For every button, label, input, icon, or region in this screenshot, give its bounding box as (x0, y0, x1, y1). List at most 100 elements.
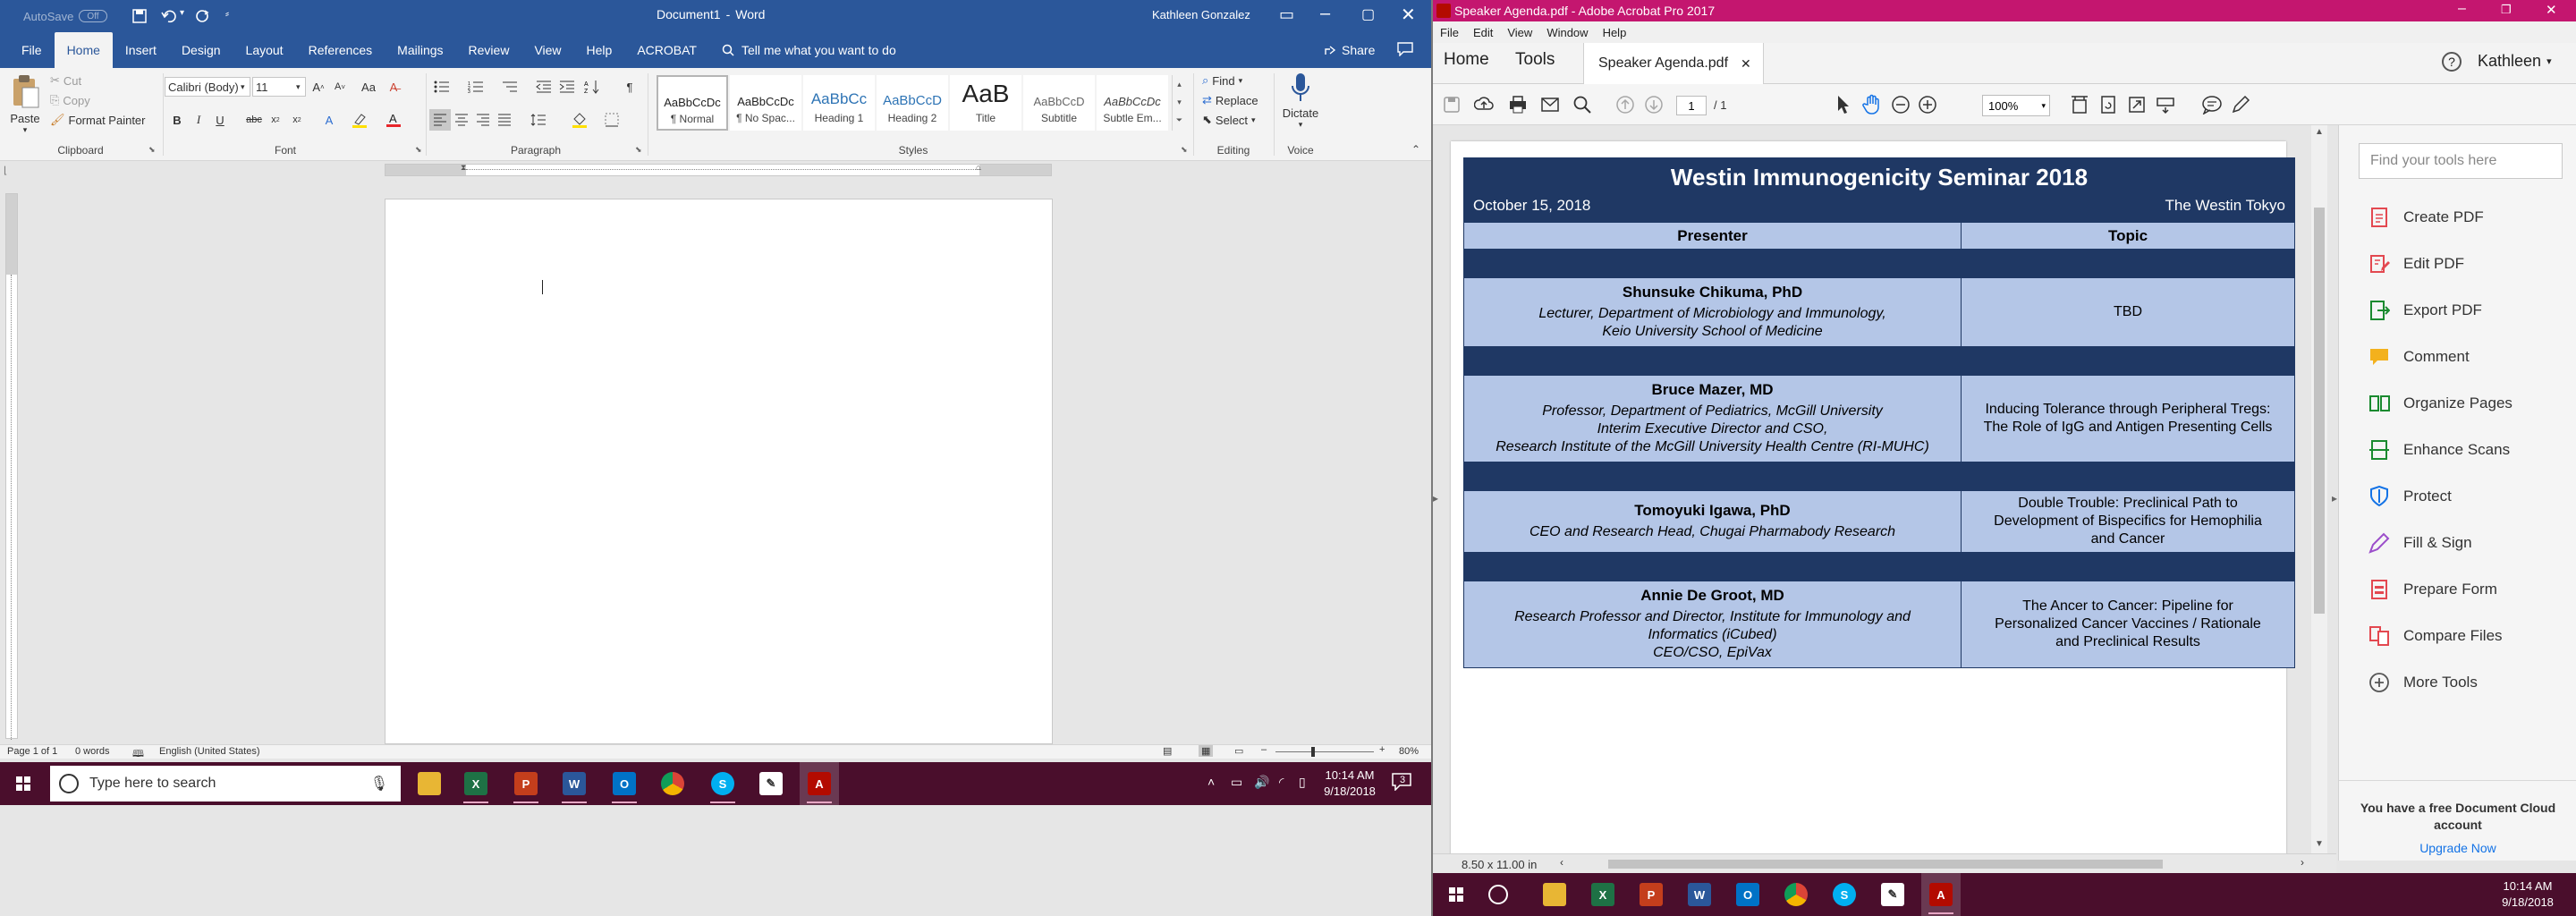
collapse-pane-icon[interactable]: ▸ (2332, 492, 2337, 505)
skype-app[interactable]: S (703, 762, 742, 805)
ribbon-display-options-icon[interactable]: ▭ (1279, 5, 1294, 24)
hand-tool-icon[interactable] (1859, 91, 1885, 118)
tab-selector-icon[interactable]: ⌊ (4, 165, 7, 176)
outlook-app[interactable]: O (1728, 873, 1767, 916)
excel-app[interactable]: X (456, 762, 496, 805)
wifi-icon[interactable]: ◜ (1279, 775, 1284, 790)
borders-icon[interactable] (601, 109, 623, 131)
search-icon[interactable] (1569, 91, 1596, 118)
copy-button[interactable]: ⎘ Copy (50, 93, 90, 107)
scroll-right-icon[interactable]: › (2301, 856, 2304, 869)
tab-file[interactable]: File (9, 32, 55, 68)
styles-launcher-icon[interactable]: ⬊ (1181, 145, 1188, 155)
prev-page-icon[interactable] (1612, 91, 1639, 118)
italic-icon[interactable]: I (188, 109, 209, 131)
indent-marker-icon[interactable]: ⧗ (461, 163, 466, 173)
comment-icon[interactable] (2199, 91, 2225, 118)
tools-tab[interactable]: Tools (1515, 50, 1555, 70)
language-status[interactable]: English (United States) (159, 746, 260, 757)
upgrade-link[interactable]: Upgrade Now (2351, 841, 2564, 855)
align-right-icon[interactable] (472, 109, 494, 131)
restore-icon[interactable]: ❐ (2501, 3, 2512, 17)
start-icon[interactable] (16, 776, 30, 795)
cortana-icon[interactable] (1488, 885, 1508, 904)
tool-export-pdf[interactable]: Export PDF (2368, 299, 2482, 322)
bold-icon[interactable]: B (166, 109, 188, 131)
show-hidden-icons[interactable]: ˄ (1208, 775, 1215, 789)
document-viewer[interactable]: Westin Immunogenicity Seminar 2018 Octob… (1433, 125, 2336, 861)
excel-app[interactable]: X (1583, 873, 1623, 916)
text-effects-icon[interactable]: A (318, 109, 340, 131)
undo-icon[interactable] (161, 9, 177, 26)
format-painter-button[interactable]: 🖌 Format Painter (50, 113, 146, 127)
outlook-app[interactable]: O (605, 762, 644, 805)
taskbar-search-box[interactable]: Type here to search 🎙 (50, 766, 401, 802)
underline-icon[interactable]: U (209, 109, 231, 131)
scroll-left-icon[interactable]: ‹ (1560, 856, 1563, 869)
select-tool-icon[interactable] (1830, 91, 1857, 118)
close-icon[interactable]: ✕ (1401, 4, 1416, 26)
tool-fill-sign[interactable]: Fill & Sign (2368, 531, 2472, 555)
word-count[interactable]: 0 words (75, 746, 110, 757)
right-indent-marker-icon[interactable]: ⌂ (976, 163, 980, 172)
zoom-slider-thumb[interactable] (1311, 747, 1315, 757)
style-subtle-em[interactable]: AaBbCcDc Subtle Em... (1097, 75, 1168, 131)
tab-acrobat[interactable]: ACROBAT (624, 32, 709, 68)
strikethrough-icon[interactable]: abc (243, 109, 265, 131)
tell-me-box[interactable]: Tell me what you want to do (722, 43, 896, 57)
font-launcher-icon[interactable]: ⬊ (415, 145, 422, 155)
pen-icon[interactable] (2227, 91, 2254, 118)
replace-button[interactable]: ⇄ Replace (1202, 93, 1258, 107)
next-page-icon[interactable] (1640, 91, 1667, 118)
change-case-icon[interactable]: Aa (358, 76, 379, 98)
superscript-icon[interactable]: x2 (286, 109, 308, 131)
print-icon[interactable] (1504, 91, 1531, 118)
grow-font-icon[interactable]: A ˄ (308, 76, 329, 98)
tool-comment[interactable]: Comment (2368, 345, 2470, 369)
increase-indent-icon[interactable] (556, 76, 578, 98)
styles-scroll[interactable]: ▴ ▾ ⏷ (1172, 75, 1186, 131)
acrobat-app[interactable]: A (1921, 873, 1961, 916)
menu-edit[interactable]: Edit (1473, 26, 1493, 39)
customize-toolbar-icon[interactable]: ⸗ (225, 7, 229, 20)
clock[interactable]: 10:14 AM 9/18/2018 (1309, 768, 1390, 800)
start-icon[interactable] (1449, 887, 1463, 906)
minimize-icon[interactable]: – (1320, 4, 1330, 24)
web-layout-icon[interactable]: ▭ (1234, 745, 1243, 757)
volume-icon[interactable]: 🔊 (1254, 775, 1269, 790)
shrink-font-icon[interactable]: A ˅ (329, 76, 351, 98)
proofing-icon[interactable]: 🕮 (132, 746, 144, 763)
home-tab[interactable]: Home (1444, 50, 1489, 70)
close-icon[interactable]: ✕ (2546, 2, 2557, 18)
style-normal[interactable]: AaBbCcDc ¶ Normal (657, 75, 728, 131)
menu-file[interactable]: File (1440, 26, 1459, 39)
align-center-icon[interactable] (451, 109, 472, 131)
dictate-button[interactable]: Dictate ▾ (1279, 72, 1322, 130)
show-marks-icon[interactable]: ¶ (619, 76, 640, 98)
bullets-icon[interactable] (431, 76, 453, 98)
scroll-down-icon[interactable]: ▼ (2315, 839, 2324, 849)
page-count[interactable]: Page 1 of 1 (7, 746, 57, 757)
full-screen-icon[interactable] (2123, 91, 2150, 118)
sticky-notes-app[interactable]: ✎ (1873, 873, 1912, 916)
vertical-scrollbar[interactable]: ▲ ▼ (2311, 125, 2327, 853)
clear-formatting-icon[interactable]: A̶ (383, 76, 404, 98)
battery-icon[interactable]: ▭ (1231, 775, 1242, 790)
paragraph-launcher-icon[interactable]: ⬊ (635, 145, 642, 155)
tool-create-pdf[interactable]: Create PDF (2368, 206, 2484, 229)
tab-review[interactable]: Review (456, 32, 522, 68)
restore-icon[interactable]: ▢ (1361, 5, 1375, 23)
font-name-select[interactable]: Calibri (Body) ▾ (165, 77, 250, 97)
paste-button[interactable]: Paste ▾ (5, 73, 45, 141)
select-button[interactable]: ⬉ Select ▾ (1202, 113, 1256, 127)
style-title[interactable]: AaB Title (950, 75, 1021, 131)
powerpoint-app[interactable]: P (1631, 873, 1671, 916)
word-app[interactable]: W (555, 762, 594, 805)
tool-prepare-form[interactable]: Prepare Form (2368, 578, 2497, 601)
scroll-mode-icon[interactable] (2152, 91, 2179, 118)
tools-search-input[interactable]: Find your tools here (2359, 143, 2563, 179)
justify-icon[interactable] (494, 109, 515, 131)
tab-references[interactable]: References (296, 32, 386, 68)
font-color-icon[interactable]: A (383, 109, 404, 131)
clipboard-launcher-icon[interactable]: ⬊ (148, 145, 156, 155)
